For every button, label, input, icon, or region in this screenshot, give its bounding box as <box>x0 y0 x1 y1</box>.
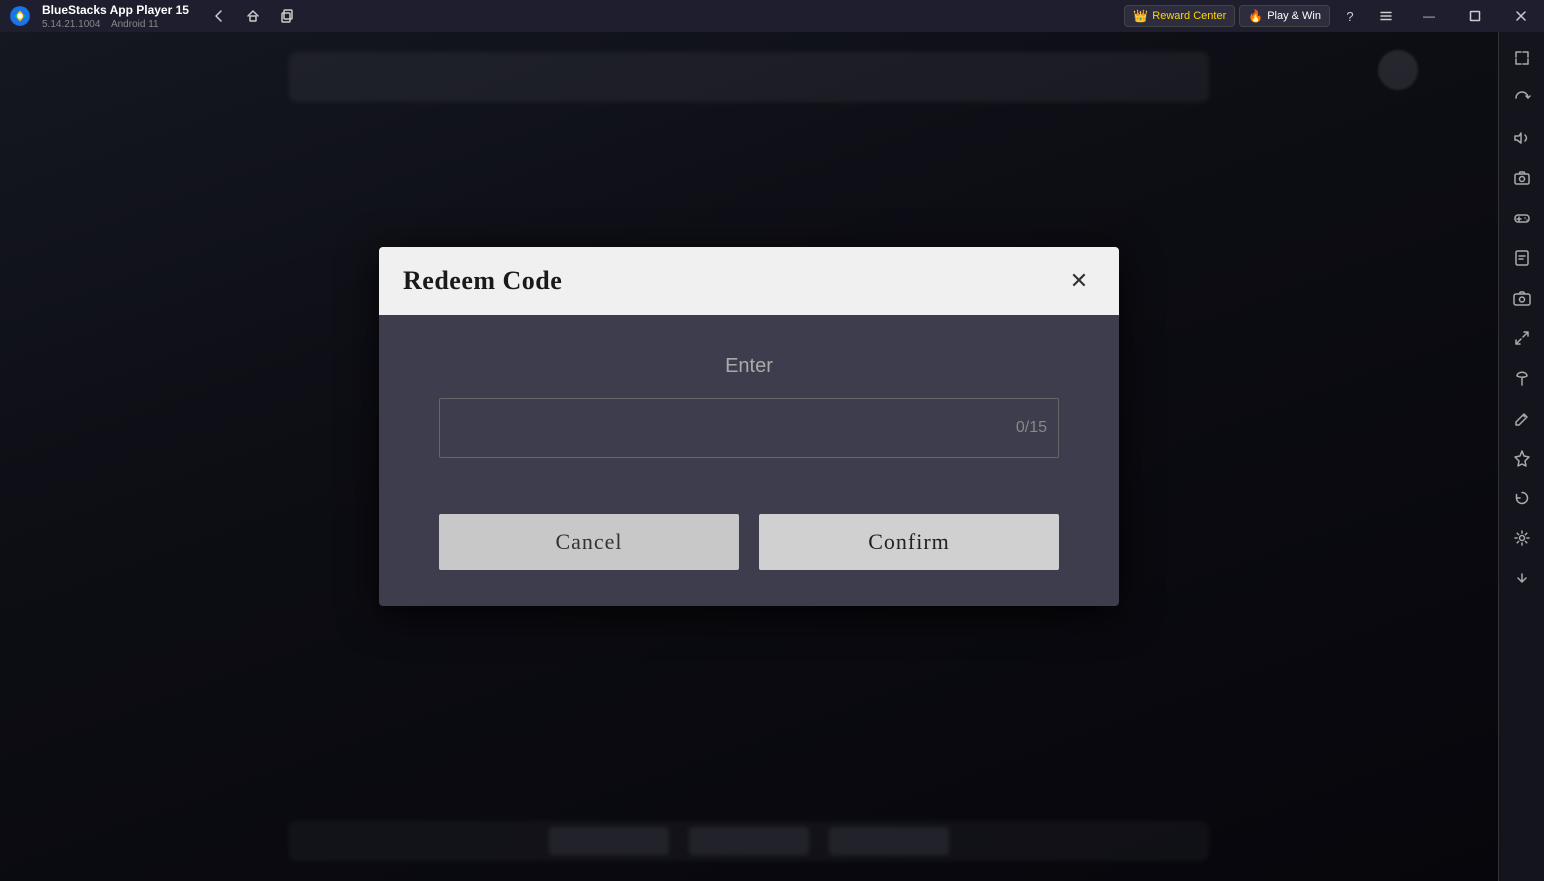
redeem-code-dialog: Redeem Code ✕ Enter 0/15 Cancel Confirm <box>379 247 1119 606</box>
menu-button[interactable] <box>1370 0 1402 32</box>
resize-sidebar-btn[interactable] <box>1504 320 1540 356</box>
titlebar: BlueStacks App Player 15 5.14.21.1004 An… <box>0 0 1544 32</box>
copy-button[interactable] <box>271 0 303 32</box>
gamepad-sidebar-btn[interactable] <box>1504 200 1540 236</box>
dialog-close-icon: ✕ <box>1070 268 1088 294</box>
apk-sidebar-btn[interactable] <box>1504 240 1540 276</box>
close-button[interactable] <box>1498 0 1544 32</box>
help-button[interactable]: ? <box>1334 0 1366 32</box>
rotate-sidebar-btn[interactable] <box>1504 80 1540 116</box>
help-icon: ? <box>1346 9 1353 24</box>
expand-sidebar-btn[interactable] <box>1504 40 1540 76</box>
maximize-button[interactable] <box>1452 0 1498 32</box>
dialog-footer: Cancel Confirm <box>379 498 1119 606</box>
minimize-button[interactable]: — <box>1406 0 1452 32</box>
code-input-container: 0/15 <box>439 398 1059 458</box>
cancel-button[interactable]: Cancel <box>439 514 739 570</box>
main-content: Redeem Code ✕ Enter 0/15 Cancel Confirm <box>0 32 1498 881</box>
edit-sidebar-btn[interactable] <box>1504 400 1540 436</box>
confirm-button[interactable]: Confirm <box>759 514 1059 570</box>
window-controls: — <box>1406 0 1544 32</box>
reward-center-label: Reward Center <box>1152 10 1226 22</box>
volume-sidebar-btn[interactable] <box>1504 120 1540 156</box>
app-version: 5.14.21.1004 Android 11 <box>42 19 193 30</box>
titlebar-right: 👑 Reward Center 🔥 Play & Win ? <box>1124 0 1402 32</box>
titlebar-nav <box>203 0 303 32</box>
right-sidebar <box>1498 32 1544 881</box>
screenshot-sidebar-btn[interactable] <box>1504 160 1540 196</box>
reward-center-button[interactable]: 👑 Reward Center <box>1124 5 1235 27</box>
app-logo <box>0 0 40 32</box>
flame-icon: 🔥 <box>1248 9 1263 23</box>
camera-sidebar-btn[interactable] <box>1504 280 1540 316</box>
back-button[interactable] <box>203 0 235 32</box>
enter-label: Enter <box>725 355 773 378</box>
eco-sidebar-btn[interactable] <box>1504 360 1540 396</box>
modal-overlay: Redeem Code ✕ Enter 0/15 Cancel Confirm <box>0 32 1498 881</box>
bottom-sidebar-btn[interactable] <box>1504 560 1540 596</box>
crown-icon: 👑 <box>1133 9 1148 23</box>
play-win-button[interactable]: 🔥 Play & Win <box>1239 5 1330 27</box>
dialog-body: Enter 0/15 <box>379 315 1119 498</box>
settings-sidebar-btn[interactable] <box>1504 520 1540 556</box>
airplane-sidebar-btn[interactable] <box>1504 440 1540 476</box>
home-button[interactable] <box>237 0 269 32</box>
dialog-header: Redeem Code ✕ <box>379 247 1119 315</box>
app-info: BlueStacks App Player 15 5.14.21.1004 An… <box>42 3 193 30</box>
play-win-label: Play & Win <box>1267 10 1321 22</box>
code-input[interactable] <box>439 398 1059 458</box>
app-name: BlueStacks App Player 15 <box>42 3 189 17</box>
dialog-title: Redeem Code <box>403 266 562 296</box>
dialog-close-button[interactable]: ✕ <box>1063 265 1095 297</box>
refresh-sidebar-btn[interactable] <box>1504 480 1540 516</box>
